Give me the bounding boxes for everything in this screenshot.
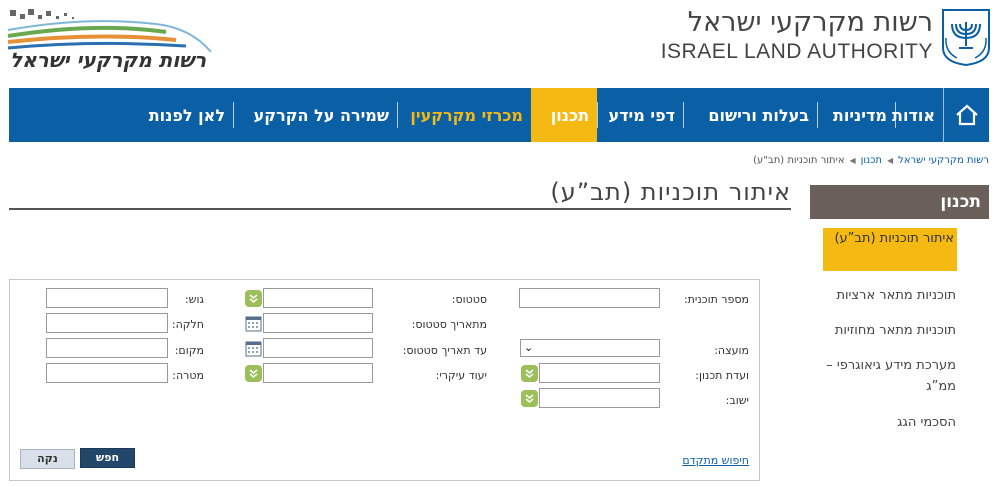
dropdown-chevron-icon[interactable] [245,290,262,307]
nav-item-policy[interactable]: מדיניות [817,88,895,142]
status-input[interactable] [263,288,373,308]
council-label: מועצה: [714,344,749,357]
title-divider [9,208,791,210]
home-icon[interactable] [943,88,989,142]
settlement-input[interactable] [539,388,660,408]
breadcrumb-home[interactable]: רשות מקרקעי ישראל [898,155,989,166]
main-nav: אודות מדיניות בעלות ורישום דפי מידע תכנו… [9,88,989,142]
purpose-input[interactable] [46,363,168,383]
place-input[interactable] [46,338,168,358]
search-button[interactable]: חפש [80,448,135,468]
place-label: מקום: [174,344,204,357]
chevron-down-icon: ⌄ [524,341,534,354]
breadcrumb-planning[interactable]: תכנון [861,155,882,166]
main-use-label: יעוד עיקרי: [435,369,487,382]
breadcrumb-current: איתור תוכניות (תב"ע) [753,155,845,166]
breadcrumb: רשות מקרקעי ישראל ◀ תכנון ◀ איתור תוכניו… [753,155,989,166]
menorah-emblem-icon[interactable] [939,8,993,66]
dropdown-chevron-icon[interactable] [521,365,538,382]
calendar-icon[interactable] [245,315,262,332]
block-input[interactable] [46,288,168,308]
site-title-hebrew: רשות מקרקעי ישראל [687,7,933,38]
sidebar-heading: תכנון [810,185,989,219]
sidebar-item-national-plans[interactable]: תוכניות מתאר ארציות [810,285,989,306]
settlement-label: ישוב: [725,394,749,407]
nav-item-land-protection[interactable]: שמירה על הקרקע [233,88,397,142]
search-form: מספר תוכנית: מועצה: ⌄ ועדת תכנון: ישוב: … [9,279,760,481]
purpose-label: מטרה: [172,369,204,382]
status-date-input[interactable] [263,313,373,333]
nav-item-tenders[interactable]: מכרזי מקרקעין [397,88,531,142]
status-label: סטטוס: [451,293,487,306]
sidebar: תכנון איתור תוכניות (תב”ע) תוכניות מתאר … [810,185,989,433]
to-status-date-label: עד תאריך סטטוס: [402,344,487,357]
page-title: איתור תוכניות (תב”ע) [550,178,791,206]
block-label: גוש: [184,293,204,306]
sidebar-item-district-plans[interactable]: תוכניות מתאר מחוזיות [810,320,989,341]
dropdown-chevron-icon[interactable] [521,390,538,407]
status-date-label: מתאריך סטטוס: [411,318,487,331]
calendar-icon[interactable] [245,340,262,357]
site-title-english: ISRAEL LAND AUTHORITY [660,40,933,63]
sidebar-item-gis[interactable]: מערכת מידע גיאוגרפי – ממ”ג [810,355,989,397]
nav-item-info-pages[interactable]: דפי מידע [597,88,683,142]
planning-committee-input[interactable] [539,363,660,383]
main-use-input[interactable] [263,363,373,383]
to-status-date-input[interactable] [263,338,373,358]
clear-button[interactable]: נקה [20,449,75,469]
nav-item-planning[interactable]: תכנון [531,88,597,142]
parcel-input[interactable] [46,313,168,333]
plan-number-label: מספר תוכנית: [683,293,749,306]
nav-item-about[interactable]: אודות [892,88,943,142]
plan-number-input[interactable] [519,288,660,308]
nav-item-contact[interactable]: לאן לפנות [135,88,233,142]
breadcrumb-separator-icon: ◀ [849,156,856,165]
dropdown-chevron-icon[interactable] [245,365,262,382]
logo-text: רשות מקרקעי ישראל [10,48,207,72]
planning-committee-label: ועדת תכנון: [695,369,749,382]
breadcrumb-separator-icon: ◀ [887,156,894,165]
council-select[interactable]: ⌄ [520,339,660,357]
sidebar-item-roof-agreements[interactable]: הסכמי הגג [810,412,989,433]
advanced-search-link[interactable]: חיפוש מתקדם [682,454,749,467]
nav-item-ownership[interactable]: בעלות ורישום [683,88,817,142]
sidebar-item-plan-search[interactable]: איתור תוכניות (תב”ע) [823,228,957,271]
site-title: רשות מקרקעי ישראל ISRAEL LAND AUTHORITY [661,6,933,64]
parcel-label: חלקה: [171,318,204,331]
